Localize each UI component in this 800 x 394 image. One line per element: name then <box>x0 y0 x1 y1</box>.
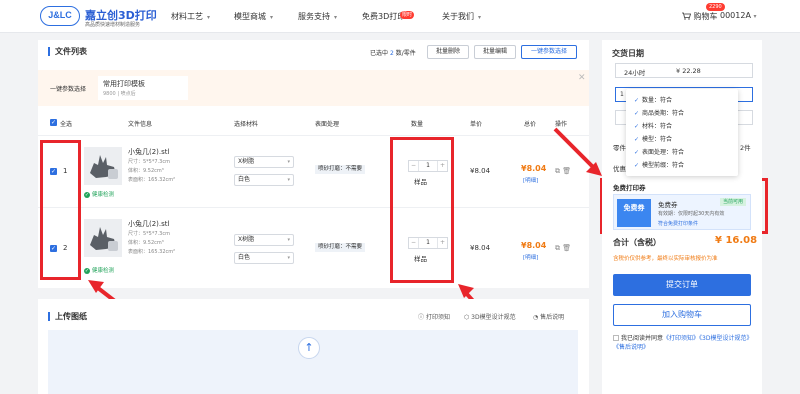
sum-label: 合计（含税） <box>613 238 661 247</box>
info-icon: ⓘ <box>418 314 425 321</box>
coupon-status-badge: 当前可用 <box>719 198 746 206</box>
submit-order-button[interactable]: 提交订单 <box>613 274 751 296</box>
print-notice-link[interactable]: ⓘ 打印须知 <box>418 312 450 321</box>
condition-item: ✓ 模型前缀：符合 <box>634 162 685 169</box>
upload-title: 上传图纸 <box>48 312 87 321</box>
discount-label: 优惠 <box>613 165 626 173</box>
delivery-title: 交货日期 <box>612 49 644 58</box>
check-icon: ✓ <box>634 136 640 143</box>
condition-item: ✓ 模型：符合 <box>634 136 673 143</box>
condition-item: ✓ 数量：符合 <box>634 97 673 104</box>
delivery-option[interactable]: 24小时 ¥ 22.28 <box>615 63 753 78</box>
check-icon: ✓ <box>634 97 640 104</box>
coupon-card[interactable]: 免费券 免费券 当前可用 有效期：仅限时起30天内有效 符合免费打印条件 <box>613 194 751 230</box>
condition-item: ✓ 商品类期：符合 <box>634 110 685 117</box>
after-sales-link[interactable]: ◔ 售后说明 <box>533 312 564 321</box>
agree-link-notice[interactable]: 《打印须知》 <box>663 335 699 342</box>
coupon-section-title: 免费打印券 <box>613 184 646 192</box>
part-count: 2件 <box>740 144 751 152</box>
check-icon: ✓ <box>634 110 640 117</box>
coupon-tag: 免费券 <box>617 199 651 227</box>
cube-icon: ⬡ <box>464 314 470 321</box>
agree-link-spec[interactable]: 《3D模型设计规范》 <box>699 335 752 342</box>
check-icon: ✓ <box>634 123 640 130</box>
agree-link-aftersales[interactable]: 《售后说明》 <box>613 344 649 351</box>
coupon-condition[interactable]: 符合免费打印条件 <box>658 220 698 227</box>
service-icon: ◔ <box>533 314 539 321</box>
part-label: 零件 <box>613 144 626 152</box>
check-icon: ✓ <box>634 162 640 169</box>
upload-panel: 上传图纸 ⓘ 打印须知 ⬡ 3D模型设计规范 ◔ 售后说明 ↑ <box>38 299 589 394</box>
upload-icon[interactable]: ↑ <box>298 337 320 359</box>
arrow-head <box>458 284 474 298</box>
design-spec-link[interactable]: ⬡ 3D模型设计规范 <box>464 312 516 321</box>
agreement: 我已阅读并同意《打印须知》《3D模型设计规范》《售后说明》 <box>613 335 753 351</box>
agree-checkbox[interactable] <box>613 335 619 341</box>
condition-item: ✓ 材料：符合 <box>634 123 673 130</box>
add-to-cart-button[interactable]: 加入购物车 <box>613 304 751 326</box>
coupon-name: 免费券 <box>658 201 678 209</box>
sum-value: ¥ 16.08 <box>715 235 758 246</box>
price-note: 含税价仅供参考，最终以实际审核报价为准 <box>613 256 718 262</box>
coupon-conditions-dropdown: ✓ 数量：符合 ✓ 商品类期：符合 ✓ 材料：符合 ✓ 模型：符合 ✓ 表面处理：符合 ✓… <box>626 89 738 176</box>
arrow-line <box>553 127 596 170</box>
check-icon: ✓ <box>634 149 640 156</box>
coupon-validity: 有效期：仅限时起30天内有效 <box>658 211 725 217</box>
condition-item: ✓ 表面处理：符合 <box>634 149 685 156</box>
